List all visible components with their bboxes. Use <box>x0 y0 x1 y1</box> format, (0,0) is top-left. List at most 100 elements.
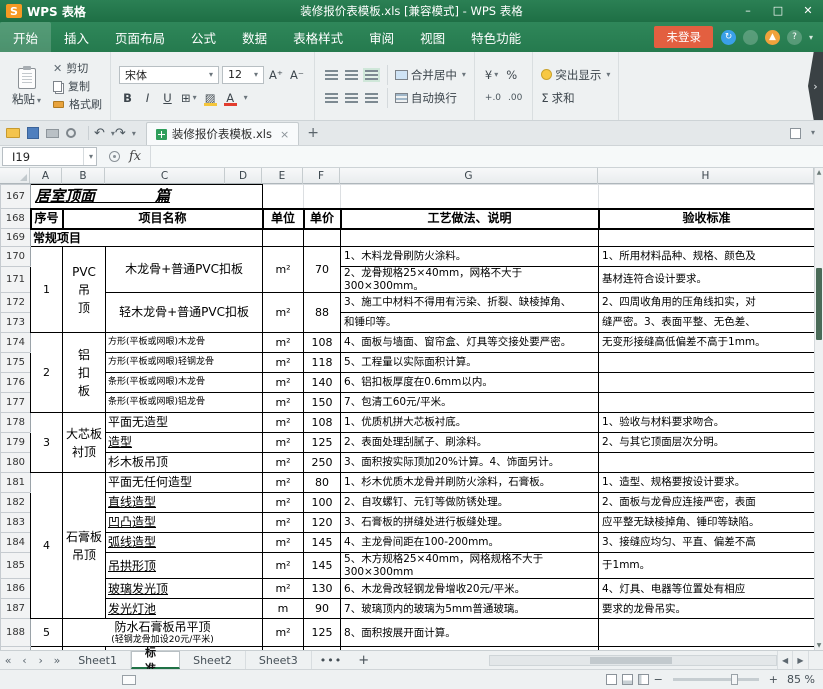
cell[interactable]: 缝严密。3、表面平整、无色差、 <box>598 312 814 334</box>
italic-button[interactable]: I <box>139 89 156 106</box>
cell[interactable] <box>262 184 305 209</box>
cell[interactable]: 3、石膏板的拼缝处进行板缝处理。 <box>340 512 600 534</box>
redo-icon[interactable]: ↷ <box>115 126 126 141</box>
cell[interactable] <box>598 372 814 394</box>
cell[interactable]: 1、优质机拼大芯板衬底。 <box>340 412 600 434</box>
cell[interactable]: 2、面板与龙骨应连接严密，表面 <box>598 492 814 514</box>
open-file-icon[interactable] <box>6 128 20 138</box>
tab-formulas[interactable]: 公式 <box>178 22 229 52</box>
cell[interactable]: 2、四周收角用的压角线扣实，对 <box>598 292 814 314</box>
document-tab[interactable]: 装修报价表模板.xls × <box>145 122 300 145</box>
cell[interactable]: 单位 <box>261 207 305 230</box>
zoom-level[interactable]: 85 % <box>783 673 815 686</box>
cell[interactable]: 4、面板与墙面、窗帘盒、灯具等交接处要严密。 <box>340 332 600 354</box>
decrease-font-button[interactable]: A⁻ <box>288 66 306 83</box>
cell[interactable]: 90 <box>303 598 342 620</box>
row-header[interactable]: 187 <box>0 598 31 620</box>
cell[interactable]: m² <box>262 492 305 514</box>
cell[interactable]: 70 <box>303 245 342 294</box>
cell[interactable]: m² <box>262 512 305 534</box>
scroll-down-icon[interactable]: ▼ <box>815 642 823 649</box>
increase-decimal-button[interactable]: +.0 <box>483 89 503 106</box>
cell[interactable]: 2、与其它顶面层次分明。 <box>598 432 814 454</box>
login-button[interactable]: 未登录 <box>654 26 713 48</box>
zoom-slider-thumb[interactable] <box>730 674 738 685</box>
row-header[interactable]: 177 <box>0 392 31 414</box>
cell[interactable]: 条形(平板或网眼)铝龙骨 <box>104 392 264 414</box>
row-header[interactable]: 170 <box>0 246 31 267</box>
align-left-icon[interactable] <box>324 92 338 103</box>
cell[interactable]: m² <box>262 372 305 394</box>
cell[interactable]: 应平整无缺棱掉角、锤印等缺陷。 <box>598 512 814 534</box>
fx-icon[interactable]: fx <box>129 149 141 164</box>
scroll-up-icon[interactable]: ▲ <box>815 169 823 176</box>
sheet-tab-biaozhun[interactable]: 标准 <box>131 646 181 675</box>
row-header[interactable]: 172 <box>0 292 31 314</box>
next-sheet-button[interactable]: › <box>33 651 49 669</box>
font-more-caret-icon[interactable]: ▾ <box>244 93 248 102</box>
cell[interactable]: 125 <box>303 618 342 648</box>
cell[interactable]: m² <box>262 472 305 494</box>
undo-icon[interactable]: ↶ <box>94 126 105 141</box>
cell[interactable]: 工艺做法、说明 <box>339 207 600 230</box>
cell[interactable]: 125 <box>303 432 342 454</box>
insert-function-icon[interactable] <box>109 151 120 162</box>
cell[interactable]: 1 <box>30 245 63 334</box>
align-bottom-icon[interactable] <box>364 69 378 80</box>
cell[interactable]: 直线造型 <box>104 492 264 514</box>
cell[interactable]: 6、木龙骨改轻钢龙骨增收20元/平米。 <box>340 578 600 600</box>
column-header[interactable]: H <box>598 168 814 184</box>
row-header[interactable]: 176 <box>0 372 31 394</box>
cell[interactable]: 基材连符合设计要求。 <box>598 265 814 294</box>
cell[interactable]: 8、面积按展开面计算。 <box>340 618 600 648</box>
cell[interactable]: 5 <box>30 618 63 648</box>
align-top-icon[interactable] <box>324 69 338 80</box>
row-header[interactable]: 167 <box>0 184 31 209</box>
cell[interactable]: 145 <box>303 552 342 580</box>
scroll-left-icon[interactable]: ◀ <box>776 651 792 669</box>
row-header[interactable]: 183 <box>0 512 31 534</box>
more-sheets-button[interactable]: ••• <box>312 651 350 669</box>
currency-format-button[interactable]: ¥ ▾ <box>483 66 500 83</box>
wrap-text-button[interactable]: 自动换行 <box>394 90 457 106</box>
cell[interactable]: m² <box>262 532 305 554</box>
cloud-icon[interactable] <box>742 29 758 45</box>
cell[interactable]: 7、包清工60元/平米。 <box>340 392 600 414</box>
cell[interactable]: 2 <box>30 332 63 414</box>
print-preview-icon[interactable] <box>66 128 76 138</box>
cell[interactable]: 常规项目 <box>29 228 264 247</box>
align-right-icon[interactable] <box>364 92 378 103</box>
row-header[interactable]: 168 <box>0 208 32 229</box>
prev-sheet-button[interactable]: ‹ <box>16 651 32 669</box>
cell[interactable]: 条形(平板或网眼)木龙骨 <box>104 372 264 394</box>
cell[interactable]: 方形(平板或网眼)轻钢龙骨 <box>104 352 264 374</box>
column-header[interactable]: F <box>303 168 340 184</box>
cell[interactable]: 2、表面处理刮腻子、刷涂料。 <box>340 432 600 454</box>
cell[interactable]: m² <box>262 332 305 354</box>
cell[interactable]: 项目名称 <box>61 207 264 230</box>
tab-data[interactable]: 数据 <box>229 22 280 52</box>
cell[interactable] <box>598 618 814 648</box>
row-header[interactable]: 184 <box>0 532 31 554</box>
font-size-select[interactable]: 12 ▾ <box>222 65 265 84</box>
font-color-button[interactable]: A <box>222 89 239 106</box>
save-icon[interactable] <box>27 127 39 139</box>
cell[interactable]: 弧线造型 <box>104 532 264 554</box>
cell[interactable]: 1、杉木优质木龙骨并刷防火涂料，石膏板。 <box>340 472 600 494</box>
cell[interactable]: 250 <box>303 452 342 474</box>
column-header[interactable]: A <box>30 168 62 184</box>
horizontal-scrollbar-thumb[interactable] <box>590 656 673 664</box>
zoom-in-button[interactable]: + <box>769 673 778 686</box>
cell[interactable]: 序号 <box>29 207 64 230</box>
font-name-select[interactable]: 宋体 ▾ <box>119 65 220 84</box>
cell[interactable]: m² <box>262 618 305 648</box>
store-icon[interactable]: ▲ <box>764 29 780 45</box>
cell[interactable]: 6、铝扣板厚度在0.6mm以内。 <box>340 372 600 394</box>
horizontal-scrollbar[interactable] <box>489 654 777 666</box>
cell[interactable]: 1、所用材料品种、规格、颜色及 <box>598 246 814 267</box>
decrease-decimal-button[interactable]: .00 <box>506 89 524 106</box>
cell[interactable]: 2、自攻螺钉、元钉等做防锈处理。 <box>340 492 600 514</box>
cell[interactable]: 108 <box>303 412 342 434</box>
ribbon-options-caret-icon[interactable]: ▾ <box>809 33 813 42</box>
print-icon[interactable] <box>46 128 59 138</box>
